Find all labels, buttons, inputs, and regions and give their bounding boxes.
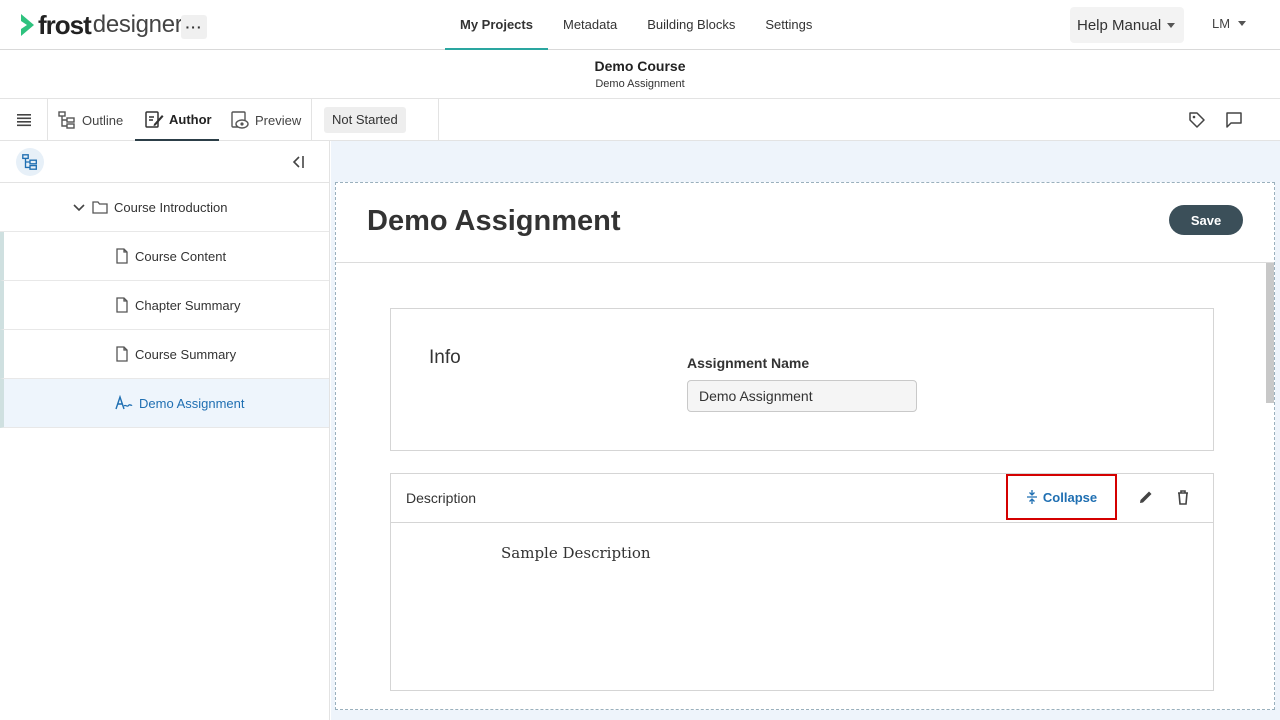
collapse-label: Collapse	[1042, 489, 1098, 505]
nav-tab-settings[interactable]: Settings	[750, 0, 827, 50]
assignment-name-label: Assignment Name	[687, 355, 810, 371]
tree-folder-course-introduction[interactable]: Course Introduction	[0, 183, 329, 232]
nav-tab-my-projects[interactable]: My Projects	[445, 0, 548, 50]
tree-view-button[interactable]	[16, 148, 44, 176]
vertical-scrollbar[interactable]	[1266, 263, 1274, 403]
editor-toolbar: Outline Author Preview Not Started	[0, 99, 1280, 141]
description-label: Description	[406, 490, 477, 506]
assignment-icon	[115, 395, 133, 411]
help-manual-label: Help Manual	[1077, 16, 1162, 34]
tree-folder-label: Course Introduction	[114, 199, 228, 215]
logo-chevron-icon	[21, 14, 34, 36]
edit-button[interactable]	[1138, 489, 1154, 510]
collapse-sidebar-button[interactable]	[290, 154, 306, 175]
user-menu-dropdown[interactable]: LM	[1212, 16, 1247, 31]
pencil-icon	[1140, 491, 1152, 503]
outline-sidebar: Course Introduction Course Content Chapt…	[0, 141, 330, 720]
chevron-down-icon	[1238, 21, 1247, 26]
comment-button[interactable]	[1224, 110, 1244, 130]
more-options-button[interactable]: ···	[181, 15, 207, 39]
trash-icon	[1178, 490, 1188, 505]
assignment-title: Demo Assignment	[367, 205, 621, 237]
assignment-header: Demo Assignment Save	[336, 183, 1274, 263]
collapse-left-icon	[292, 156, 304, 168]
nav-tab-building-blocks[interactable]: Building Blocks	[632, 0, 750, 50]
folder-icon	[92, 200, 108, 214]
tree-item-demo-assignment[interactable]: Demo Assignment	[0, 379, 329, 428]
save-button[interactable]: Save	[1169, 205, 1243, 235]
logo-text-light: designer	[92, 11, 183, 38]
chevron-down-icon	[1167, 22, 1176, 28]
info-section: Info Assignment Name Demo Assignment	[390, 308, 1214, 451]
assignment-name-input[interactable]: Demo Assignment	[687, 380, 917, 412]
menu-icon	[16, 114, 31, 127]
outline-icon	[58, 111, 75, 129]
tab-preview-label: Preview	[255, 112, 302, 128]
tag-icon	[1189, 112, 1205, 128]
tree-item-chapter-summary[interactable]: Chapter Summary	[0, 281, 329, 330]
logo-text-bold: frost	[38, 9, 92, 40]
delete-button[interactable]	[1176, 489, 1190, 510]
tab-author[interactable]: Author	[135, 99, 219, 141]
top-navigation: frost designer ··· My Projects Metadata …	[0, 0, 1280, 50]
tree-item-course-summary[interactable]: Course Summary	[0, 330, 329, 379]
tree-view-icon	[22, 154, 37, 170]
page-icon	[115, 297, 129, 313]
page-icon	[115, 346, 129, 362]
course-title: Demo Course	[594, 58, 686, 74]
tab-preview[interactable]: Preview	[230, 99, 301, 141]
tree-item-label: Demo Assignment	[139, 395, 245, 411]
course-title-bar: Demo Course Demo Assignment	[0, 50, 1280, 99]
sidebar-header	[0, 141, 329, 183]
tab-outline[interactable]: Outline	[57, 99, 123, 141]
help-manual-dropdown[interactable]: Help Manual	[1070, 7, 1184, 43]
main-nav-tabs: My Projects Metadata Building Blocks Set…	[445, 0, 827, 50]
collapse-button[interactable]: Collapse	[1006, 474, 1117, 520]
description-section: Description Collapse Sample Description	[390, 473, 1214, 691]
tag-button[interactable]	[1187, 110, 1207, 130]
course-subtitle: Demo Assignment	[595, 78, 685, 90]
status-badge[interactable]: Not Started	[324, 107, 406, 133]
collapse-icon	[1026, 490, 1037, 504]
preview-icon	[231, 111, 249, 129]
assignment-editor-canvas: Demo Assignment Save Info Assignment Nam…	[335, 182, 1275, 710]
chevron-down-icon[interactable]	[72, 200, 86, 214]
page-icon	[115, 248, 129, 264]
toolbar-divider	[311, 99, 312, 141]
tree-item-label: Course Content	[135, 248, 227, 264]
tree-item-label: Course Summary	[135, 346, 237, 362]
comment-icon	[1226, 112, 1242, 128]
info-section-label: Info	[429, 347, 461, 368]
description-header: Description Collapse	[391, 474, 1213, 523]
tab-author-label: Author	[169, 111, 212, 127]
nav-tab-metadata[interactable]: Metadata	[548, 0, 632, 50]
frost-designer-logo[interactable]: frost designer	[20, 9, 183, 40]
tree-item-course-content[interactable]: Course Content	[0, 232, 329, 281]
toolbar-divider	[438, 99, 439, 141]
description-content[interactable]: Sample Description	[501, 544, 651, 562]
author-icon	[145, 111, 164, 128]
sidebar-menu-button[interactable]	[0, 99, 48, 141]
tab-outline-label: Outline	[82, 112, 124, 128]
user-initials: LM	[1212, 16, 1231, 31]
tree-item-label: Chapter Summary	[135, 297, 241, 313]
